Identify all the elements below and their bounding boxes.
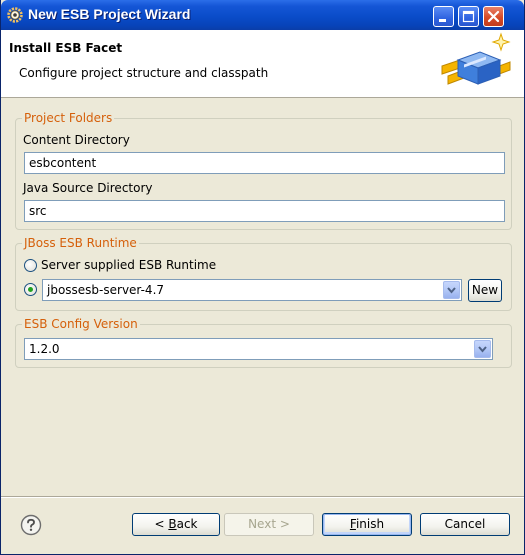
config-version-value: 1.2.0 bbox=[29, 342, 60, 356]
finish-button[interactable]: Finish bbox=[322, 513, 412, 536]
runtime-select[interactable]: jbossesb-server-4.7 bbox=[42, 279, 462, 301]
project-folders-group: Project Folders Content Directory esbcon… bbox=[15, 111, 512, 230]
content-directory-label: Content Directory bbox=[23, 133, 130, 147]
cancel-button[interactable]: Cancel bbox=[420, 513, 510, 536]
esb-runtime-legend: JBoss ESB Runtime bbox=[22, 236, 139, 250]
wizard-header: Install ESB Facet Configure project stru… bbox=[1, 30, 524, 98]
esb-wizard-banner-icon bbox=[441, 32, 511, 85]
footer-separator bbox=[1, 496, 524, 498]
config-version-dropdown-button[interactable] bbox=[474, 340, 491, 358]
close-icon bbox=[487, 10, 500, 23]
back-button-rest: ack bbox=[176, 517, 198, 531]
wizard-window: New ESB Project Wizard Install ESB Facet… bbox=[0, 0, 525, 555]
eclipse-gear-icon bbox=[7, 7, 23, 23]
server-supplied-runtime-radio[interactable] bbox=[24, 259, 37, 272]
java-source-directory-field[interactable]: src bbox=[24, 200, 505, 222]
content-directory-field[interactable]: esbcontent bbox=[24, 152, 505, 174]
help-icon[interactable] bbox=[20, 514, 42, 536]
config-version-select[interactable]: 1.2.0 bbox=[24, 338, 493, 360]
back-button-prefix: < bbox=[154, 517, 169, 531]
next-button[interactable]: Next > bbox=[224, 513, 314, 536]
runtime-dropdown-button[interactable] bbox=[443, 281, 460, 299]
java-source-directory-label: Java Source Directory bbox=[23, 181, 153, 195]
new-runtime-button[interactable]: New bbox=[468, 279, 502, 302]
esb-runtime-group: JBoss ESB Runtime Server supplied ESB Ru… bbox=[15, 236, 512, 311]
title-bar[interactable]: New ESB Project Wizard bbox=[1, 0, 524, 30]
maximize-icon bbox=[462, 10, 475, 23]
minimize-button[interactable] bbox=[433, 6, 454, 27]
back-button-mnemonic: B bbox=[168, 517, 177, 531]
minimize-icon bbox=[439, 19, 446, 22]
maximize-button[interactable] bbox=[458, 6, 479, 27]
server-supplied-runtime-label[interactable]: Server supplied ESB Runtime bbox=[41, 258, 216, 272]
chevron-down-icon bbox=[478, 346, 487, 353]
page-title: Install ESB Facet bbox=[9, 41, 123, 55]
specific-runtime-radio[interactable] bbox=[24, 283, 37, 296]
finish-button-rest: inish bbox=[355, 517, 385, 531]
close-button[interactable] bbox=[483, 6, 504, 27]
back-button[interactable]: < Back bbox=[132, 513, 220, 536]
window-title: New ESB Project Wizard bbox=[28, 6, 191, 22]
esb-config-version-legend: ESB Config Version bbox=[22, 317, 140, 331]
project-folders-legend: Project Folders bbox=[22, 111, 115, 125]
page-description: Configure project structure and classpat… bbox=[19, 66, 269, 80]
esb-config-version-group: ESB Config Version 1.2.0 bbox=[15, 317, 512, 368]
chevron-down-icon bbox=[447, 287, 456, 294]
runtime-select-value: jbossesb-server-4.7 bbox=[47, 283, 165, 297]
